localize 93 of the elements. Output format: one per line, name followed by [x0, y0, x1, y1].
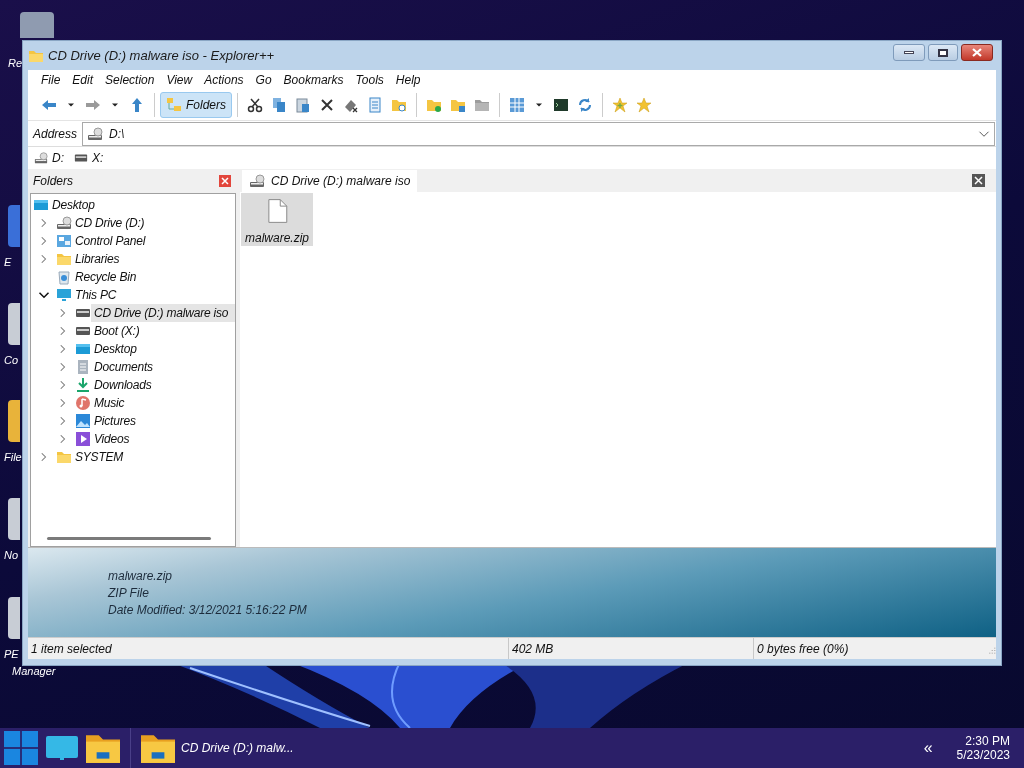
status-text: 0 bytes free (0%) — [757, 640, 849, 658]
tree-item[interactable]: Desktop — [91, 340, 139, 358]
tree-item[interactable]: CD Drive (D:) — [72, 214, 147, 232]
tree-item[interactable]: Libraries — [72, 250, 122, 268]
tree-item[interactable]: Downloads — [91, 376, 154, 394]
menu-item[interactable]: Selection — [99, 71, 161, 89]
new-folder-icon[interactable] — [426, 97, 442, 113]
monitor-icon — [56, 287, 72, 303]
control-panel-icon — [56, 233, 72, 249]
menu-item[interactable]: Help — [389, 71, 427, 89]
cd-drive-icon — [56, 215, 72, 231]
desktop-icon-label: File — [4, 450, 22, 465]
menu-item[interactable]: Bookmarks — [277, 71, 350, 89]
delete-icon[interactable] — [319, 97, 335, 113]
tree-item[interactable]: Music — [91, 394, 127, 412]
desktop-icon-label: E — [4, 255, 12, 270]
tree-item[interactable]: SYSTEM — [72, 448, 126, 466]
tab[interactable]: CD Drive (D:) malware iso — [242, 170, 418, 192]
grid-entry[interactable]: malware.zip — [241, 193, 313, 246]
forward-arrow-icon[interactable] — [85, 97, 101, 113]
preview-text: malware.zip — [108, 568, 174, 585]
horizontal-scrollbar[interactable] — [47, 537, 211, 540]
back-arrow-icon[interactable] — [41, 97, 57, 113]
copy-icon[interactable] — [271, 97, 287, 113]
download-icon — [75, 377, 91, 393]
windows-logo-icon[interactable] — [4, 731, 38, 765]
minimize-icon — [904, 51, 914, 54]
taskbar-button[interactable]: CD Drive (D:) malw... — [130, 728, 298, 768]
close-tab-button[interactable] — [972, 174, 985, 187]
menu-item[interactable]: Go — [249, 71, 278, 89]
tree-item[interactable]: Control Panel — [72, 232, 148, 250]
music-icon — [75, 395, 91, 411]
tree-item[interactable]: Videos — [91, 430, 132, 448]
tree-item[interactable]: This PC — [72, 286, 119, 304]
menu-item[interactable]: Tools — [349, 71, 390, 89]
close-icon — [972, 48, 982, 57]
drive-button[interactable]: X: — [74, 149, 104, 167]
preview-text: ZIP File — [108, 585, 150, 602]
minimize-button[interactable] — [893, 44, 925, 61]
window-title: CD Drive (D:) malware iso - Explorer++ — [48, 46, 275, 65]
video-icon — [75, 431, 91, 447]
picture-icon — [75, 413, 91, 429]
tree-item[interactable]: Pictures — [91, 412, 138, 430]
maximize-icon — [938, 48, 948, 57]
folder-move-icon[interactable] — [450, 97, 466, 113]
menu-item[interactable]: View — [160, 71, 199, 89]
menu-item[interactable]: Edit — [66, 71, 100, 89]
preview-text: Date Modified: 3/12/2021 5:16:22 PM — [108, 602, 308, 619]
desktop-icon-label: Manager — [12, 664, 56, 679]
star-add-icon[interactable] — [612, 97, 628, 113]
cd-drive-icon — [249, 173, 265, 189]
status-text: 402 MB — [512, 640, 554, 658]
desktop-icon-label: No — [4, 548, 19, 563]
menu-item[interactable]: File — [35, 71, 67, 89]
clock-date: 5/23/2023 — [956, 748, 1010, 762]
address-field[interactable]: D:\ — [82, 121, 995, 146]
address-label: Address — [31, 125, 79, 143]
cd-drive-icon — [34, 151, 48, 165]
drive-button[interactable]: D: — [34, 149, 64, 167]
menu-item[interactable]: Actions — [198, 71, 250, 89]
tree-item[interactable]: Documents — [91, 358, 155, 376]
tree-item[interactable]: Recycle Bin — [72, 268, 139, 286]
scissors-icon[interactable] — [247, 97, 263, 113]
desktop-icon-label: Re — [8, 56, 23, 71]
tree-item[interactable]: Boot (X:) — [91, 322, 142, 340]
folders-button[interactable]: Folders — [160, 92, 232, 118]
close-icon — [221, 177, 229, 185]
folder-tree-icon — [166, 97, 182, 113]
show-hidden-icons-button[interactable]: « — [923, 736, 933, 760]
star-icon[interactable] — [636, 97, 652, 113]
desktop-icon — [33, 197, 49, 213]
close-button[interactable] — [961, 44, 993, 61]
up-arrow-icon[interactable] — [129, 97, 145, 113]
eraser-icon[interactable] — [343, 97, 359, 113]
cd-drive-icon — [87, 125, 104, 142]
tree-item[interactable]: Desktop — [49, 196, 97, 214]
tree-item[interactable]: CD Drive (D:) malware iso — [91, 304, 235, 322]
maximize-button[interactable] — [928, 44, 958, 61]
desktop-icon-label: PE — [4, 647, 19, 662]
terminal-icon[interactable] — [553, 97, 569, 113]
desktop-icon-label: Co — [4, 353, 19, 368]
close-pane-button[interactable] — [219, 175, 231, 187]
clock-time: 2:30 PM — [965, 734, 1010, 748]
status-text: 1 item selected — [31, 640, 112, 658]
list-icon[interactable] — [367, 97, 383, 113]
desktop-icon — [75, 341, 91, 357]
refresh-icon[interactable] — [577, 97, 593, 113]
paste-icon[interactable] — [295, 97, 311, 113]
folder-search-icon[interactable] — [391, 97, 407, 113]
grid-view-icon[interactable] — [509, 97, 525, 113]
pane-title: Folders — [33, 173, 73, 190]
close-icon — [974, 176, 983, 185]
document-icon — [75, 359, 91, 375]
